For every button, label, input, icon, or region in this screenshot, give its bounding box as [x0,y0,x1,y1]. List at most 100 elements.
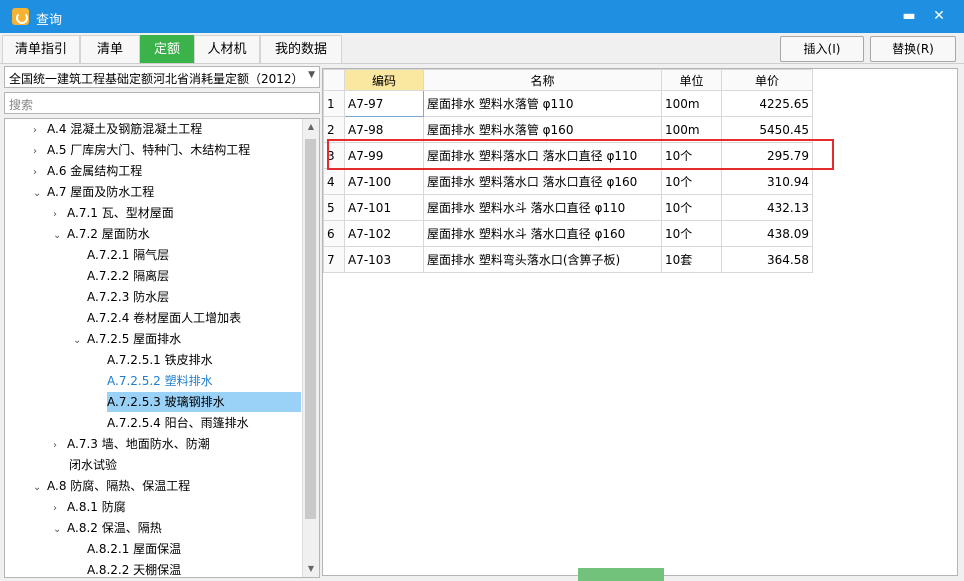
column-header-name[interactable]: 名称 [423,69,662,91]
search-input[interactable]: 搜索 [4,92,320,114]
table-row[interactable]: 4 A7-100 屋面排水 塑料落水口 落水口直径 φ160 10个 310.9… [323,168,813,195]
window-title: 查询 [36,13,63,28]
tree-node[interactable]: › A.8.1 防腐 [53,497,126,517]
cell-name[interactable]: 屋面排水 塑料水斗 落水口直径 φ160 [423,220,662,247]
tab-list[interactable]: 清单 [80,35,140,63]
tree-node-label: A.8.1 防腐 [67,500,126,514]
expand-icon[interactable]: › [33,163,47,183]
column-header-unit[interactable]: 单位 [661,69,722,91]
scroll-up-icon[interactable]: ▲ [303,119,319,135]
cell-code[interactable]: A7-103 [344,246,424,273]
tree-node-label: A.7.2.2 隔离层 [87,269,170,283]
cell-code[interactable]: A7-100 [344,168,424,195]
quota-library-select[interactable]: 全国统一建筑工程基础定额河北省消耗量定额（2012） ▼ [4,66,320,88]
splitter-handle[interactable] [578,568,664,581]
cell-price[interactable]: 364.58 [721,246,813,273]
scrollbar-thumb[interactable] [305,139,316,519]
cell-price[interactable]: 432.13 [721,194,813,221]
tree-node[interactable]: › A.4 混凝土及钢筋混凝土工程 [33,119,202,139]
minimize-icon[interactable]: ▬ [898,6,920,26]
collapse-icon[interactable]: ⌄ [73,331,87,351]
column-header-code[interactable]: 编码 [344,69,424,91]
cell-name[interactable]: 屋面排水 塑料弯头落水口(含箅子板) [423,246,662,273]
cell-unit[interactable]: 10套 [661,246,722,273]
tree-node[interactable]: A.7.2.2 隔离层 [87,266,169,286]
table-row[interactable]: 5 A7-101 屋面排水 塑料水斗 落水口直径 φ110 10个 432.13 [323,194,813,221]
expand-icon[interactable]: › [53,205,67,225]
tree-scrollbar[interactable]: ▲ ▼ [302,119,319,577]
cell-code[interactable]: A7-97 [344,90,424,117]
tree-node[interactable]: › A.7.1 瓦、型材屋面 [53,203,174,223]
replace-button[interactable]: 替换(R) [870,36,956,62]
tree-node[interactable]: › A.5 厂库房大门、特种门、木结构工程 [33,140,250,160]
column-header-price[interactable]: 单价 [721,69,813,91]
chevron-down-icon: ▼ [308,70,315,80]
cell-unit[interactable]: 10个 [661,194,722,221]
row-number: 6 [323,220,345,247]
title-bar: 查询 ▬ ✕ [0,0,964,33]
tree-node[interactable]: A.7.2.4 卷材屋面人工增加表 [87,308,241,328]
tree-node[interactable]: ⌄ A.8.2 保温、隔热 [53,518,162,538]
tree-node[interactable]: A.7.2.1 隔气层 [87,245,169,265]
cell-unit[interactable]: 10个 [661,168,722,195]
insert-button[interactable]: 插入(I) [780,36,864,62]
tree-node[interactable]: › A.7.3 墙、地面防水、防潮 [53,434,210,454]
tree-node-label: A.7.2.5.1 铁皮排水 [107,353,213,367]
tree-node-label: A.4 混凝土及钢筋混凝土工程 [47,122,203,136]
cell-code[interactable]: A7-102 [344,220,424,247]
tab-quota[interactable]: 定额 [140,35,194,63]
tree-node[interactable]: A.8.2.1 屋面保温 [87,539,181,559]
tree-node-label: A.7.2.5 屋面排水 [87,332,182,346]
cell-code[interactable]: A7-101 [344,194,424,221]
cell-unit[interactable]: 100m [661,90,722,117]
tab-my-data[interactable]: 我的数据 [260,35,342,63]
expand-icon[interactable]: › [33,142,47,162]
tree-node[interactable]: A.7.2.3 防水层 [87,287,169,307]
table-row[interactable]: 1 A7-97 屋面排水 塑料水落管 φ110 100m 4225.65 [323,90,813,117]
collapse-icon[interactable]: ⌄ [53,520,67,540]
app-icon [12,8,29,25]
cell-unit[interactable]: 10个 [661,220,722,247]
tree-node-continuation[interactable]: 闭水试验 [69,455,117,475]
tree-node[interactable]: A.7.2.5.1 铁皮排水 [107,350,213,370]
row-number: 5 [323,194,345,221]
expand-icon[interactable]: › [53,436,67,456]
cell-price[interactable]: 4225.65 [721,90,813,117]
table-row[interactable]: 6 A7-102 屋面排水 塑料水斗 落水口直径 φ160 10个 438.09 [323,220,813,247]
cell-price[interactable]: 438.09 [721,220,813,247]
cell-name[interactable]: 屋面排水 塑料落水口 落水口直径 φ160 [423,168,662,195]
tree-node-label: A.8.2 保温、隔热 [67,521,162,535]
collapse-icon[interactable]: ⌄ [33,478,47,498]
collapse-icon[interactable]: ⌄ [53,226,67,246]
scroll-down-icon[interactable]: ▼ [303,561,319,577]
expand-icon[interactable]: › [33,121,47,141]
tree-node-label: A.7.2.5.3 玻璃钢排水 [107,395,225,409]
row-number-header [323,69,345,91]
tree-node-label: A.7.2.3 防水层 [87,290,170,304]
tree-node[interactable]: ⌄ A.8 防腐、隔热、保温工程 [33,476,190,496]
close-icon[interactable]: ✕ [928,6,950,26]
tree-node[interactable]: A.8.2.2 天棚保温 [87,560,181,577]
tree-node-label: A.7.2.4 卷材屋面人工增加表 [87,311,242,325]
table-row[interactable]: 7 A7-103 屋面排水 塑料弯头落水口(含箅子板) 10套 364.58 [323,246,813,273]
tab-labor-material-machine[interactable]: 人材机 [194,35,260,63]
tree-node[interactable]: ⌄ A.7.2.5 屋面排水 [73,329,181,349]
collapse-icon[interactable]: ⌄ [33,184,47,204]
tree-node-label: A.7.2.5.4 阳台、雨篷排水 [107,416,249,430]
expand-icon[interactable]: › [53,499,67,519]
tree-node[interactable]: ⌄ A.7 屋面及防水工程 [33,182,154,202]
quota-table: 编码 名称 单位 单价 1 A7-97 屋面排水 塑料水落管 φ110 100m… [323,69,813,273]
tree-node-label: A.8.2.1 屋面保温 [87,542,182,556]
tree-node-label: A.7.2 屋面防水 [67,227,150,241]
tree-node-label: A.7.1 瓦、型材屋面 [67,206,174,220]
tree-node[interactable]: A.7.2.5.4 阳台、雨篷排水 [107,413,249,433]
tree-node-selected[interactable]: A.7.2.5.3 玻璃钢排水 [107,392,301,412]
tree-node[interactable]: ⌄ A.7.2 屋面防水 [53,224,150,244]
cell-name[interactable]: 屋面排水 塑料水斗 落水口直径 φ110 [423,194,662,221]
tree-node[interactable]: › A.6 金属结构工程 [33,161,142,181]
tree-node[interactable]: A.7.2.5.2 塑料排水 [107,371,213,391]
cell-price[interactable]: 310.94 [721,168,813,195]
cell-name[interactable]: 屋面排水 塑料水落管 φ110 [423,90,662,117]
tab-list-guide[interactable]: 清单指引 [2,35,80,63]
table-header-row: 编码 名称 单位 单价 [323,69,813,91]
